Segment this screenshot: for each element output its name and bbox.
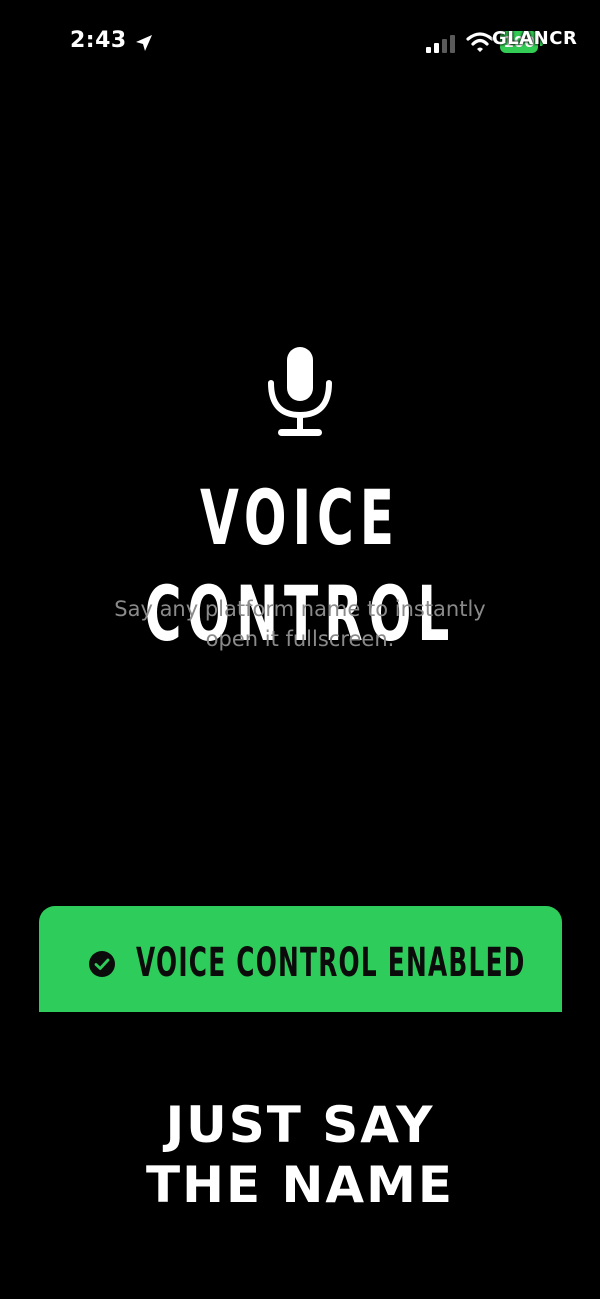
wifi-icon: [466, 32, 494, 52]
status-bar: 2:43 100 GLANCR: [0, 0, 600, 90]
voice-control-enabled-label: VOICE CONTROL ENABLED: [136, 940, 526, 986]
status-time: 2:43: [70, 28, 127, 53]
location-arrow-icon: [136, 35, 152, 51]
caption: JUST SAY THE NAME: [0, 1095, 600, 1215]
microphone-icon: [268, 347, 332, 436]
caption-line-1: JUST SAY: [165, 1096, 435, 1154]
subtitle: Say any platform name to instantly open …: [100, 594, 500, 654]
caption-line-2: THE NAME: [146, 1156, 454, 1214]
check-circle-icon: [89, 951, 115, 977]
subtitle-line-2: open it fullscreen.: [205, 627, 395, 651]
subtitle-line-1: Say any platform name to instantly: [114, 597, 486, 621]
cellular-signal-icon: [426, 35, 455, 53]
watermark: GLANCR: [492, 28, 578, 49]
